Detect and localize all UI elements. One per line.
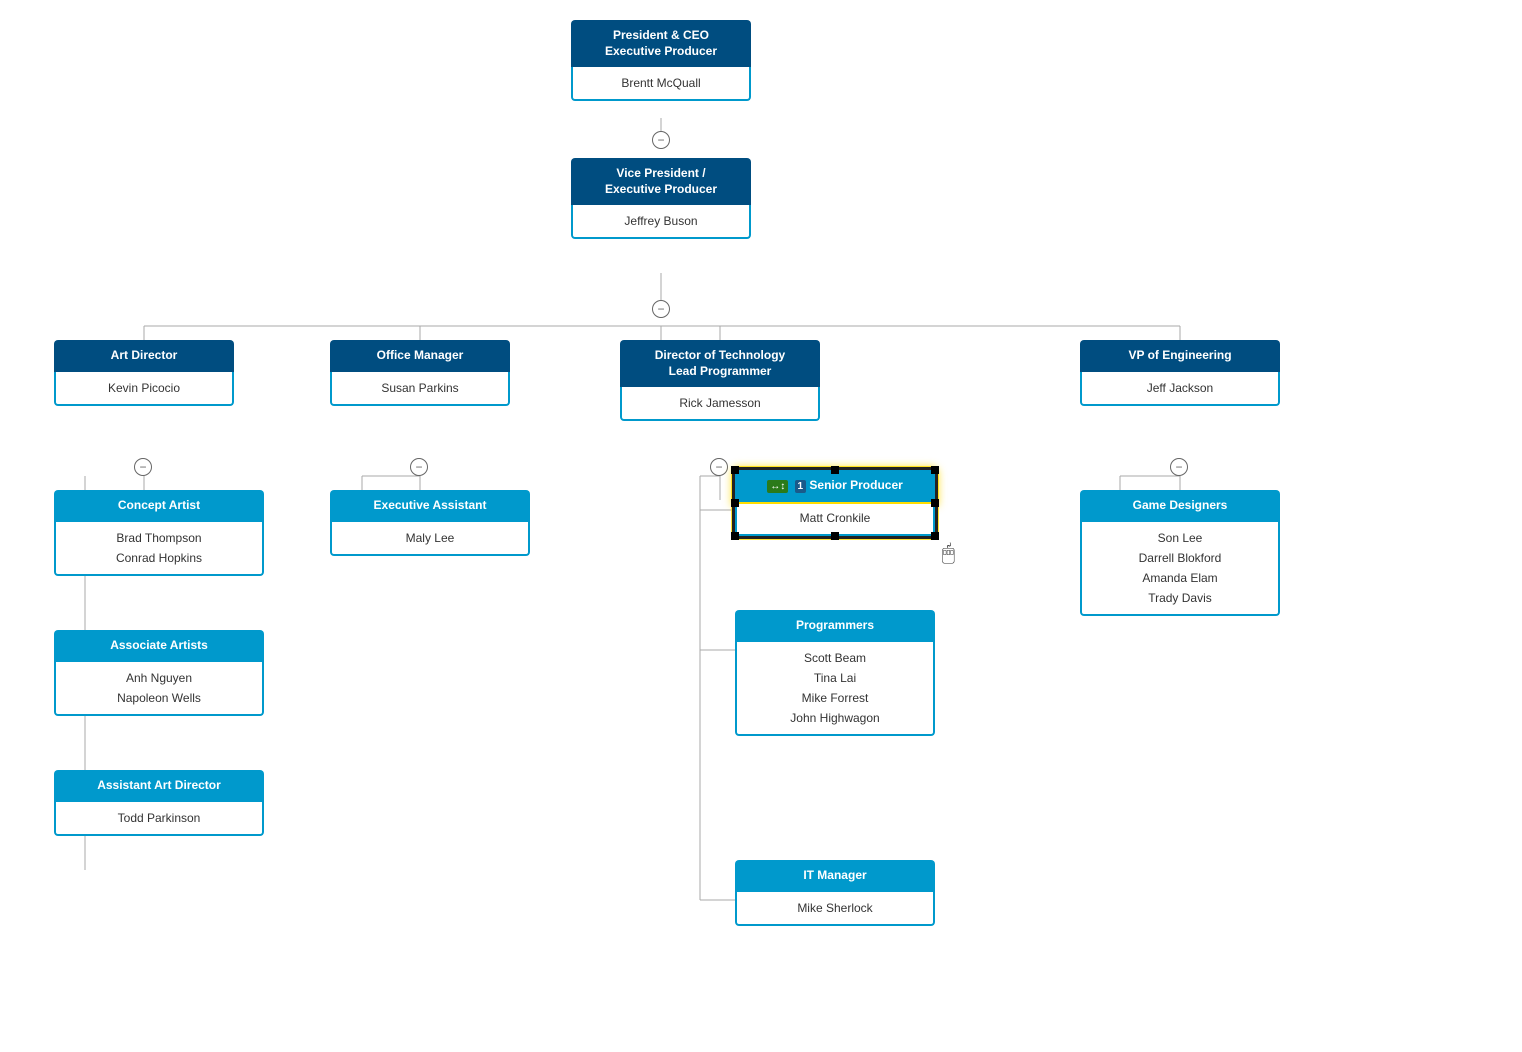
vp-eng-title: VP of Engineering: [1080, 340, 1280, 372]
programmers-node[interactable]: Programmers Scott Beam Tina Lai Mike For…: [735, 610, 935, 736]
vp-eng-node[interactable]: VP of Engineering Jeff Jackson: [1080, 340, 1280, 406]
handle-mr[interactable]: [931, 499, 939, 507]
concept-artist-node[interactable]: Concept Artist Brad Thompson Conrad Hopk…: [54, 490, 264, 576]
handle-br[interactable]: [931, 532, 939, 540]
senior-producer-node[interactable]: ↔↕ 1 Senior Producer Matt Cronkile 🖱: [735, 470, 935, 536]
handle-tr[interactable]: [931, 466, 939, 474]
dir-tech-person: Rick Jamesson: [632, 393, 808, 413]
resize-indicator: 1: [795, 480, 807, 493]
assoc-artists-body: Anh Nguyen Napoleon Wells: [54, 662, 264, 716]
game-designers-person-4: Trady Davis: [1092, 588, 1268, 608]
office-manager-node[interactable]: Office Manager Susan Parkins: [330, 340, 510, 406]
senior-producer-person: Matt Cronkile: [747, 508, 923, 528]
collapse-dir-tech[interactable]: −: [710, 458, 728, 476]
collapse-office-manager[interactable]: −: [410, 458, 428, 476]
it-manager-person: Mike Sherlock: [747, 898, 923, 918]
exec-assistant-body: Maly Lee: [330, 522, 530, 556]
concept-artist-person-2: Conrad Hopkins: [66, 548, 252, 568]
vp-exec-node[interactable]: Vice President /Executive Producer Jeffr…: [571, 158, 751, 239]
senior-producer-body: Matt Cronkile: [735, 502, 935, 536]
game-designers-person-3: Amanda Elam: [1092, 568, 1268, 588]
move-icon: ↔↕: [767, 480, 788, 493]
art-director-node[interactable]: Art Director Kevin Picocio: [54, 340, 234, 406]
handle-ml[interactable]: [731, 499, 739, 507]
assoc-artists-title: Associate Artists: [54, 630, 264, 662]
collapse-art-director[interactable]: −: [134, 458, 152, 476]
collapse-ceo[interactable]: −: [652, 131, 670, 149]
vp-exec-body: Jeffrey Buson: [571, 205, 751, 239]
asst-art-dir-title: Assistant Art Director: [54, 770, 264, 802]
exec-assistant-person: Maly Lee: [342, 528, 518, 548]
concept-artist-title: Concept Artist: [54, 490, 264, 522]
art-director-body: Kevin Picocio: [54, 372, 234, 406]
vp-eng-person: Jeff Jackson: [1092, 378, 1268, 398]
concept-artist-body: Brad Thompson Conrad Hopkins: [54, 522, 264, 576]
assoc-artists-person-2: Napoleon Wells: [66, 688, 252, 708]
asst-art-dir-node[interactable]: Assistant Art Director Todd Parkinson: [54, 770, 264, 836]
dir-tech-body: Rick Jamesson: [620, 387, 820, 421]
vp-exec-title: Vice President /Executive Producer: [571, 158, 751, 205]
programmers-person-1: Scott Beam: [747, 648, 923, 668]
programmers-person-2: Tina Lai: [747, 668, 923, 688]
it-manager-body: Mike Sherlock: [735, 892, 935, 926]
asst-art-dir-person: Todd Parkinson: [66, 808, 252, 828]
assoc-artists-person-1: Anh Nguyen: [66, 668, 252, 688]
cursor-icon: 🖱: [942, 540, 955, 566]
programmers-person-3: Mike Forrest: [747, 688, 923, 708]
dir-tech-node[interactable]: Director of TechnologyLead Programmer Ri…: [620, 340, 820, 421]
art-director-person: Kevin Picocio: [66, 378, 222, 398]
ceo-body: Brentt McQuall: [571, 67, 751, 101]
game-designers-node[interactable]: Game Designers Son Lee Darrell Blokford …: [1080, 490, 1280, 616]
ceo-person: Brentt McQuall: [583, 73, 739, 93]
dir-tech-title: Director of TechnologyLead Programmer: [620, 340, 820, 387]
handle-bl[interactable]: [731, 532, 739, 540]
office-manager-person: Susan Parkins: [342, 378, 498, 398]
game-designers-person-2: Darrell Blokford: [1092, 548, 1268, 568]
it-manager-node[interactable]: IT Manager Mike Sherlock: [735, 860, 935, 926]
office-manager-body: Susan Parkins: [330, 372, 510, 406]
game-designers-title: Game Designers: [1080, 490, 1280, 522]
office-manager-title: Office Manager: [330, 340, 510, 372]
ceo-title: President & CEOExecutive Producer: [571, 20, 751, 67]
it-manager-title: IT Manager: [735, 860, 935, 892]
org-chart: President & CEOExecutive Producer Brentt…: [0, 0, 1522, 1052]
game-designers-body: Son Lee Darrell Blokford Amanda Elam Tra…: [1080, 522, 1280, 616]
programmers-body: Scott Beam Tina Lai Mike Forrest John Hi…: [735, 642, 935, 736]
handle-tl[interactable]: [731, 466, 739, 474]
exec-assistant-title: Executive Assistant: [330, 490, 530, 522]
handle-tc[interactable]: [831, 466, 839, 474]
handle-bc[interactable]: [831, 532, 839, 540]
vp-exec-person: Jeffrey Buson: [583, 211, 739, 231]
asst-art-dir-body: Todd Parkinson: [54, 802, 264, 836]
collapse-vp-exec[interactable]: −: [652, 300, 670, 318]
assoc-artists-node[interactable]: Associate Artists Anh Nguyen Napoleon We…: [54, 630, 264, 716]
senior-producer-title: ↔↕ 1 Senior Producer: [735, 470, 935, 502]
ceo-node[interactable]: President & CEOExecutive Producer Brentt…: [571, 20, 751, 101]
collapse-vp-eng[interactable]: −: [1170, 458, 1188, 476]
game-designers-person-1: Son Lee: [1092, 528, 1268, 548]
programmers-title: Programmers: [735, 610, 935, 642]
programmers-person-4: John Highwagon: [747, 708, 923, 728]
concept-artist-person-1: Brad Thompson: [66, 528, 252, 548]
exec-assistant-node[interactable]: Executive Assistant Maly Lee: [330, 490, 530, 556]
vp-eng-body: Jeff Jackson: [1080, 372, 1280, 406]
art-director-title: Art Director: [54, 340, 234, 372]
